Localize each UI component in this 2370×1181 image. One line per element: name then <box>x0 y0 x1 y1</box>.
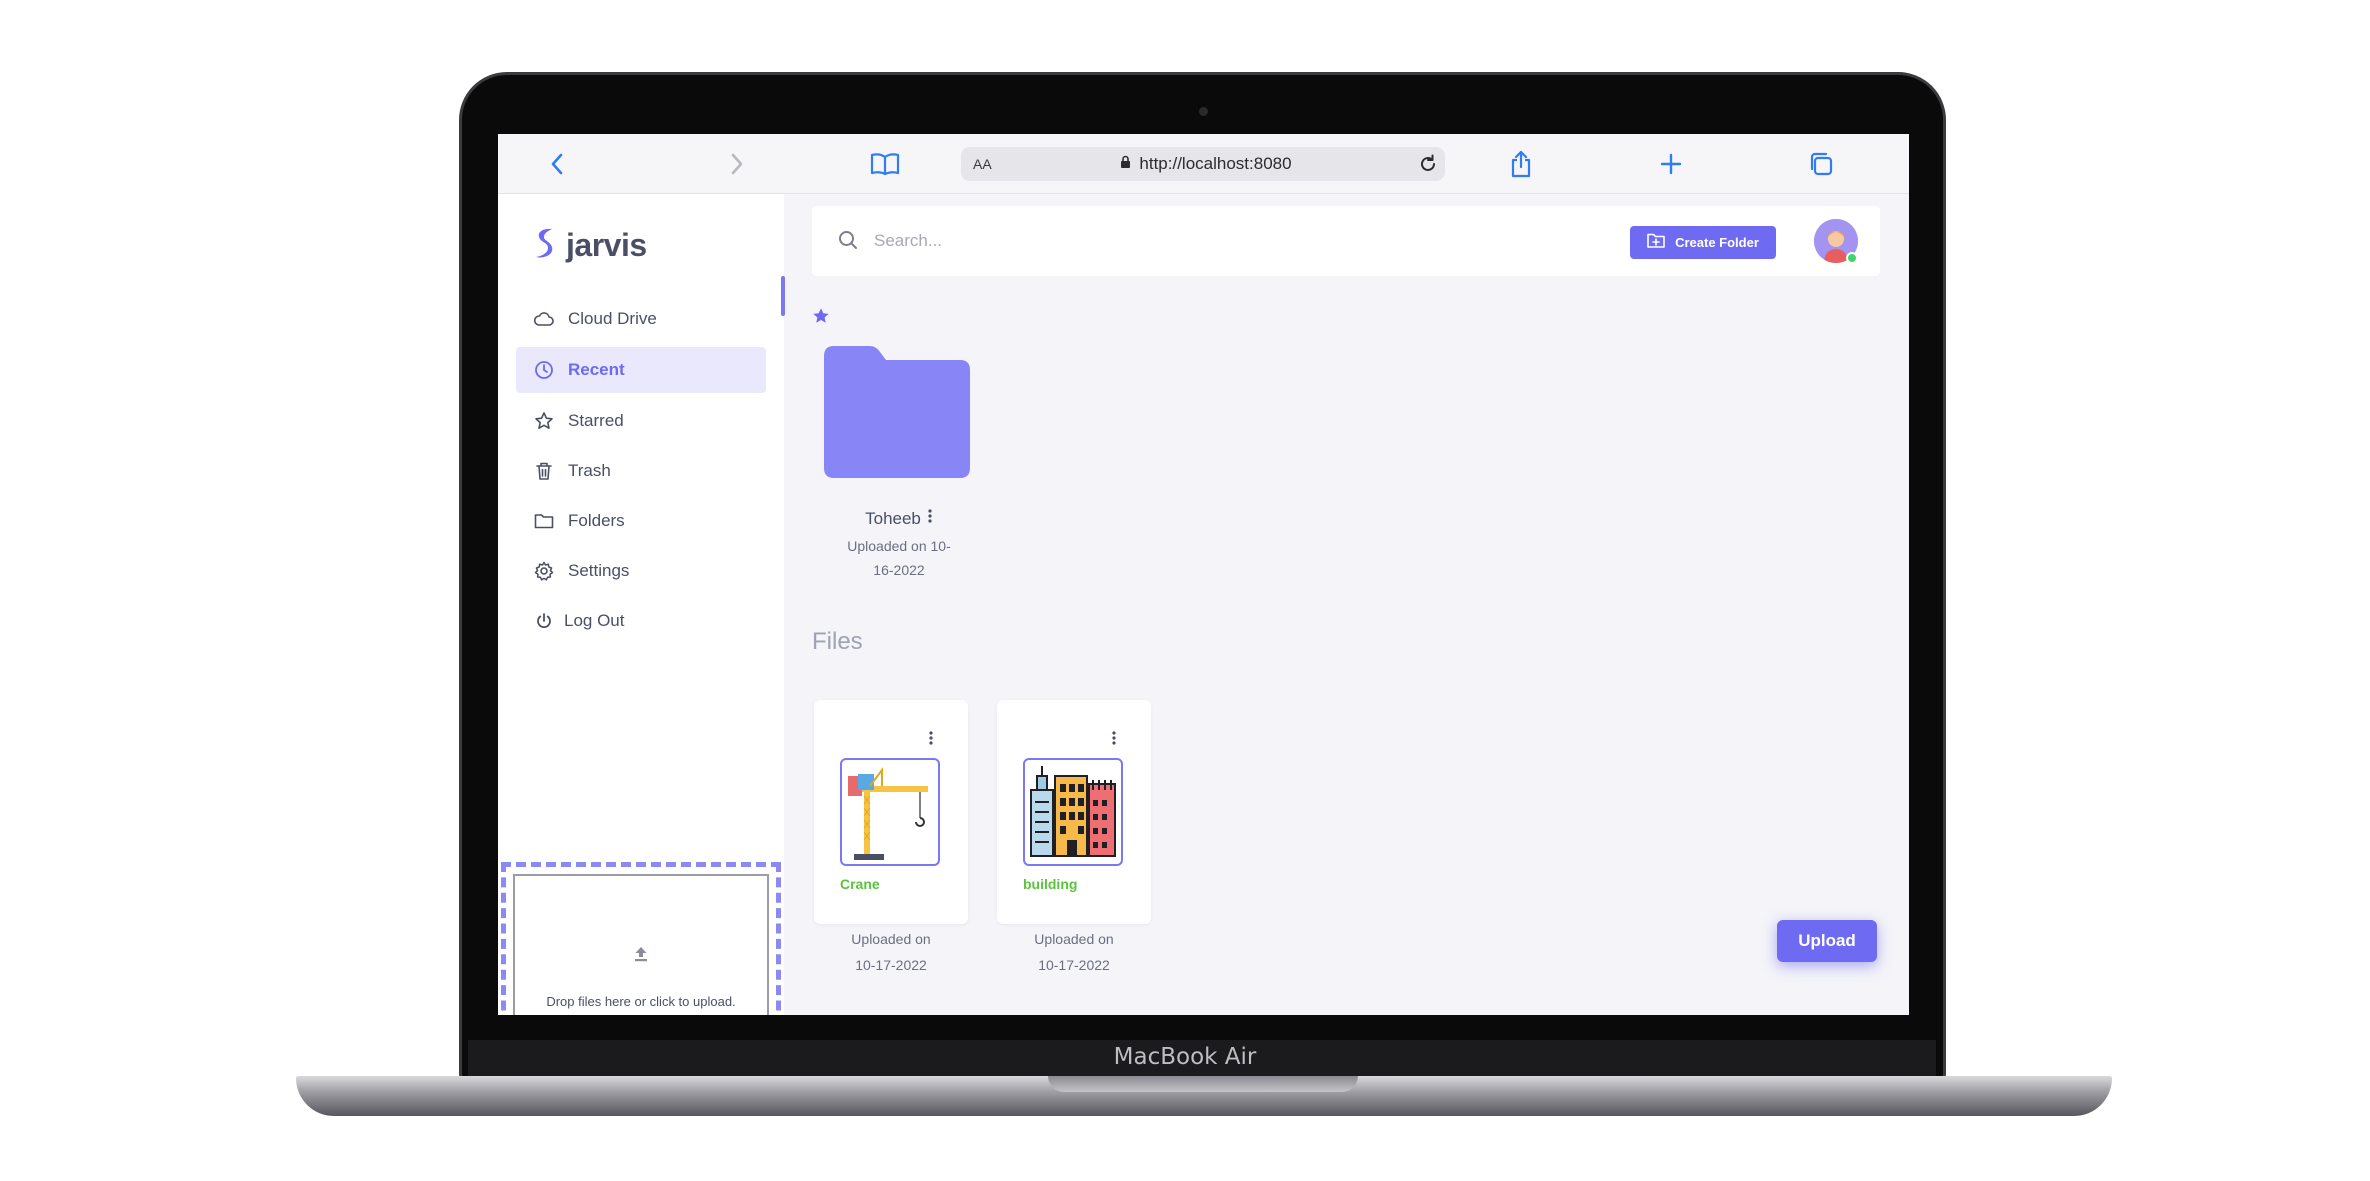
file-more-icon[interactable] <box>1110 730 1118 746</box>
upload-button[interactable]: Upload <box>1777 920 1877 962</box>
clock-icon <box>534 360 554 380</box>
share-icon[interactable] <box>1504 147 1538 181</box>
sidebar-item-starred[interactable]: Starred <box>516 398 766 444</box>
folder-upload-date: Uploaded on 10- 16-2022 <box>824 534 974 582</box>
folder-icon <box>534 511 554 531</box>
webcam <box>1199 107 1208 116</box>
sidebar-item-label: Recent <box>568 360 625 379</box>
building-image <box>1023 758 1123 866</box>
sidebar-item-label: Settings <box>568 561 630 580</box>
file-date-line1: Uploaded on <box>1034 931 1114 947</box>
dropzone-area[interactable]: Drop files here or click to upload. <box>513 874 769 1015</box>
sidebar: jarvis Cloud Drive Recent Starred Trash <box>498 194 784 1015</box>
folder-date-line2: 16-2022 <box>873 562 925 578</box>
browser-toolbar: AA http://localhost:8080 <box>498 134 1909 194</box>
top-bar: Create Folder <box>812 206 1880 276</box>
create-folder-label: Create Folder <box>1675 235 1759 250</box>
sidebar-item-trash[interactable]: Trash <box>516 448 766 494</box>
file-upload-date: Uploaded on 10-17-2022 <box>814 926 968 978</box>
sidebar-item-log-out[interactable]: Log Out <box>516 598 766 644</box>
sidebar-item-folders[interactable]: Folders <box>516 498 766 544</box>
sidebar-item-label: Trash <box>568 461 611 480</box>
sidebar-item-label: Folders <box>568 511 625 530</box>
new-tab-icon[interactable] <box>1654 147 1688 181</box>
folder-name-row: Toheeb <box>824 508 974 529</box>
sidebar-item-label: Starred <box>568 411 624 430</box>
file-date-line2: 10-17-2022 <box>1038 957 1110 973</box>
laptop-notch <box>1048 1076 1358 1092</box>
tabs-overview-icon[interactable] <box>1804 147 1838 181</box>
folder-name: Toheeb <box>865 508 921 528</box>
online-status-dot <box>1846 252 1858 264</box>
jarvis-logo-icon <box>532 226 558 265</box>
app-brand-name: jarvis <box>566 227 647 263</box>
files-heading: Files <box>812 628 863 655</box>
app-logo[interactable]: jarvis <box>532 226 647 265</box>
file-more-icon[interactable] <box>927 730 935 746</box>
reload-icon[interactable] <box>1417 153 1439 175</box>
starred-section-star-icon <box>812 307 830 330</box>
search-icon <box>838 230 858 255</box>
search-input[interactable] <box>874 226 1574 256</box>
sidebar-item-recent[interactable]: Recent <box>516 347 766 393</box>
active-indicator <box>781 276 785 316</box>
bookmarks-icon[interactable] <box>868 147 902 181</box>
crane-image <box>840 758 940 866</box>
file-name: building <box>1023 876 1078 892</box>
sidebar-item-settings[interactable]: Settings <box>516 548 766 594</box>
file-card-crane[interactable]: Crane <box>814 700 968 924</box>
address-bar[interactable]: AA http://localhost:8080 <box>961 147 1445 181</box>
folder-more-icon[interactable] <box>927 508 933 529</box>
reader-aa-button[interactable]: AA <box>973 156 992 172</box>
power-icon <box>534 611 554 631</box>
url-text: http://localhost:8080 <box>1139 154 1292 173</box>
url-display[interactable]: http://localhost:8080 <box>1071 153 1341 175</box>
upload-icon <box>632 945 650 968</box>
file-date-line1: Uploaded on <box>851 931 931 947</box>
dropzone-text: Drop files here or click to upload. <box>546 994 736 1009</box>
file-card-building[interactable]: building <box>997 700 1151 924</box>
lock-icon <box>1120 154 1131 174</box>
trash-icon <box>534 461 554 481</box>
sidebar-item-label: Cloud Drive <box>568 309 657 328</box>
device-model-label: MacBook Air <box>1113 1044 1257 1070</box>
file-date-line2: 10-17-2022 <box>855 957 927 973</box>
sidebar-item-label: Log Out <box>564 611 625 630</box>
file-name: Crane <box>840 876 880 892</box>
forward-icon[interactable] <box>720 147 754 181</box>
screen: AA http://localhost:8080 jarvis Cloud Dr… <box>498 134 1909 1015</box>
folder-date-line1: Uploaded on 10- <box>847 538 951 554</box>
star-icon <box>534 411 554 431</box>
back-icon[interactable] <box>540 147 574 181</box>
folder-thumbnail-icon <box>824 346 970 478</box>
upload-dropzone[interactable]: Drop files here or click to upload. <box>501 862 781 1015</box>
file-upload-date: Uploaded on 10-17-2022 <box>997 926 1151 978</box>
cloud-icon <box>534 309 554 329</box>
create-folder-button[interactable]: Create Folder <box>1630 226 1776 259</box>
sidebar-item-cloud-drive[interactable]: Cloud Drive <box>516 296 766 342</box>
folder-plus-icon <box>1647 233 1665 253</box>
gear-icon <box>534 561 554 581</box>
